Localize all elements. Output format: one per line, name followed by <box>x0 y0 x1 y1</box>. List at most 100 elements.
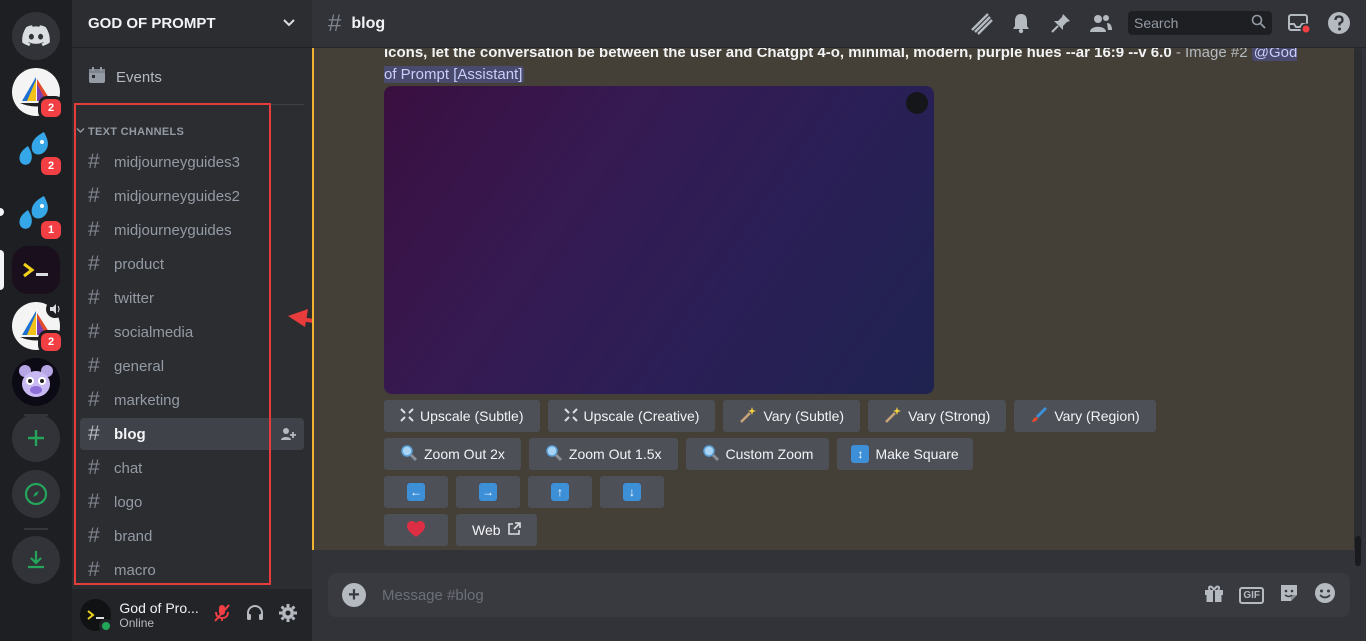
guild-header[interactable]: GOD OF PROMPT <box>72 0 312 48</box>
button-label: Upscale (Creative) <box>583 408 700 424</box>
speaker-icon <box>46 300 64 318</box>
channel-midjourneyguides3[interactable]: # midjourneyguides3 <box>80 146 304 178</box>
favorite-button[interactable] <box>384 514 448 546</box>
channel-blog[interactable]: # blog <box>80 418 304 450</box>
hash-icon: # <box>88 490 100 513</box>
sticker-icon[interactable] <box>1278 582 1300 609</box>
inbox-icon[interactable] <box>1286 10 1312 36</box>
web-link-button[interactable]: Web <box>456 514 537 546</box>
hash-icon: # <box>88 456 100 479</box>
gif-icon[interactable]: GIF <box>1239 586 1264 604</box>
upscale-subtle-button[interactable]: Upscale (Subtle) <box>384 400 540 432</box>
pan-up-button[interactable]: ↑ <box>528 476 592 508</box>
add-server-button[interactable] <box>12 414 60 462</box>
download-apps-button[interactable] <box>12 536 60 584</box>
vary-strong-button[interactable]: Vary (Strong) <box>868 400 1007 432</box>
create-invite-icon[interactable] <box>280 426 296 446</box>
pan-right-button[interactable]: → <box>456 476 520 508</box>
discord-home-button[interactable] <box>12 12 60 60</box>
channel-marketing[interactable]: # marketing <box>80 384 304 416</box>
server-sailboat[interactable]: 2 <box>12 68 64 120</box>
search-input[interactable]: Search <box>1128 11 1272 35</box>
message-input[interactable]: Message #blog <box>382 587 1203 604</box>
hash-icon: # <box>88 252 100 275</box>
channel-midjourneyguides2[interactable]: # midjourneyguides2 <box>80 180 304 212</box>
server-sailboat-2[interactable]: 2 <box>12 300 64 354</box>
up-down-arrow-icon: ↕ <box>851 445 870 463</box>
generated-image[interactable] <box>384 86 934 394</box>
channel-name: chat <box>114 459 143 477</box>
channel-title: blog <box>351 14 386 32</box>
channel-name: socialmedia <box>114 323 194 341</box>
channel-name: macro <box>114 561 156 579</box>
server-droplets-2[interactable]: 1 <box>0 190 64 242</box>
scrollbar-thumb[interactable] <box>1355 536 1361 566</box>
pin-icon[interactable] <box>1048 10 1074 36</box>
zoom-out-1-5x-button[interactable]: Zoom Out 1.5x <box>528 438 678 470</box>
vary-subtle-button[interactable]: Vary (Subtle) <box>723 400 861 432</box>
deafen-button[interactable] <box>239 599 270 631</box>
gift-icon[interactable] <box>1203 582 1225 609</box>
unread-indicator <box>0 208 4 216</box>
server-god-of-prompt[interactable] <box>0 246 60 294</box>
channel-general[interactable]: # general <box>80 350 304 382</box>
button-label: Vary (Subtle) <box>763 408 845 424</box>
channel-name: midjourneyguides <box>114 221 232 239</box>
hash-icon: # <box>88 354 100 377</box>
hash-icon: # <box>88 422 100 445</box>
user-info[interactable]: God of Pro... Online <box>119 600 203 630</box>
external-link-icon <box>507 521 521 539</box>
hash-icon: # <box>88 524 100 547</box>
channel-twitter[interactable]: # twitter <box>80 282 304 314</box>
scrollbar[interactable] <box>1354 48 1362 550</box>
upscale-creative-button[interactable]: Upscale (Creative) <box>547 400 716 432</box>
channel-macro[interactable]: # macro <box>80 554 304 586</box>
magnifier-icon <box>702 444 720 465</box>
custom-zoom-button[interactable]: Custom Zoom <box>685 438 830 470</box>
user-settings-button[interactable] <box>273 599 304 631</box>
attach-plus-icon[interactable]: + <box>342 583 366 607</box>
zoom-out-2x-button[interactable]: Zoom Out 2x <box>384 438 521 470</box>
button-label: Upscale (Subtle) <box>420 408 524 424</box>
help-icon[interactable] <box>1326 10 1352 36</box>
channel-name: product <box>114 255 165 273</box>
channel-product[interactable]: # product <box>80 248 304 280</box>
channel-midjourneyguides[interactable]: # midjourneyguides <box>80 214 304 246</box>
pan-left-button[interactable]: ← <box>384 476 448 508</box>
channel-socialmedia[interactable]: # socialmedia <box>80 316 304 348</box>
channel-name: marketing <box>114 391 180 409</box>
header-toolbar: Search <box>968 10 1352 36</box>
events-item[interactable]: Events <box>80 60 304 94</box>
vary-region-button[interactable]: Vary (Region) <box>1014 400 1156 432</box>
pan-down-button[interactable]: ↓ <box>600 476 664 508</box>
make-square-button[interactable]: ↕ Make Square <box>837 438 973 470</box>
server-rail: 2 2 1 2 <box>0 0 72 641</box>
magic-wand-icon <box>884 406 902 427</box>
explore-servers-button[interactable] <box>12 470 60 518</box>
server-bear[interactable] <box>12 358 60 406</box>
channel-name: twitter <box>114 289 155 307</box>
prompt-text: icons, let the conversation be between t… <box>384 48 1172 61</box>
button-label: Vary (Strong) <box>908 408 991 424</box>
channel-chat[interactable]: # chat <box>80 452 304 484</box>
search-icon <box>1251 14 1266 32</box>
channel-logo[interactable]: # logo <box>80 486 304 518</box>
avatar[interactable] <box>80 599 114 633</box>
threads-icon[interactable] <box>968 10 994 36</box>
channel-brand[interactable]: # brand <box>80 520 304 552</box>
bell-icon[interactable] <box>1008 10 1034 36</box>
category-text-channels[interactable]: TEXT CHANNELS <box>76 126 184 138</box>
action-row-4: Web <box>384 514 537 546</box>
search-placeholder: Search <box>1134 15 1179 31</box>
channel-name: blog <box>114 425 146 443</box>
calendar-icon <box>88 66 106 88</box>
image-label: - Image #2 <box>1171 48 1252 61</box>
button-label: Zoom Out 1.5x <box>568 446 662 462</box>
server-droplets[interactable]: 2 <box>12 126 64 178</box>
emoji-icon[interactable] <box>1314 582 1336 609</box>
members-icon[interactable] <box>1088 10 1114 36</box>
gear-icon <box>278 603 298 628</box>
image-options-icon[interactable] <box>906 92 928 114</box>
arrow-left-icon: ← <box>407 483 425 501</box>
mute-microphone-button[interactable] <box>206 599 237 631</box>
